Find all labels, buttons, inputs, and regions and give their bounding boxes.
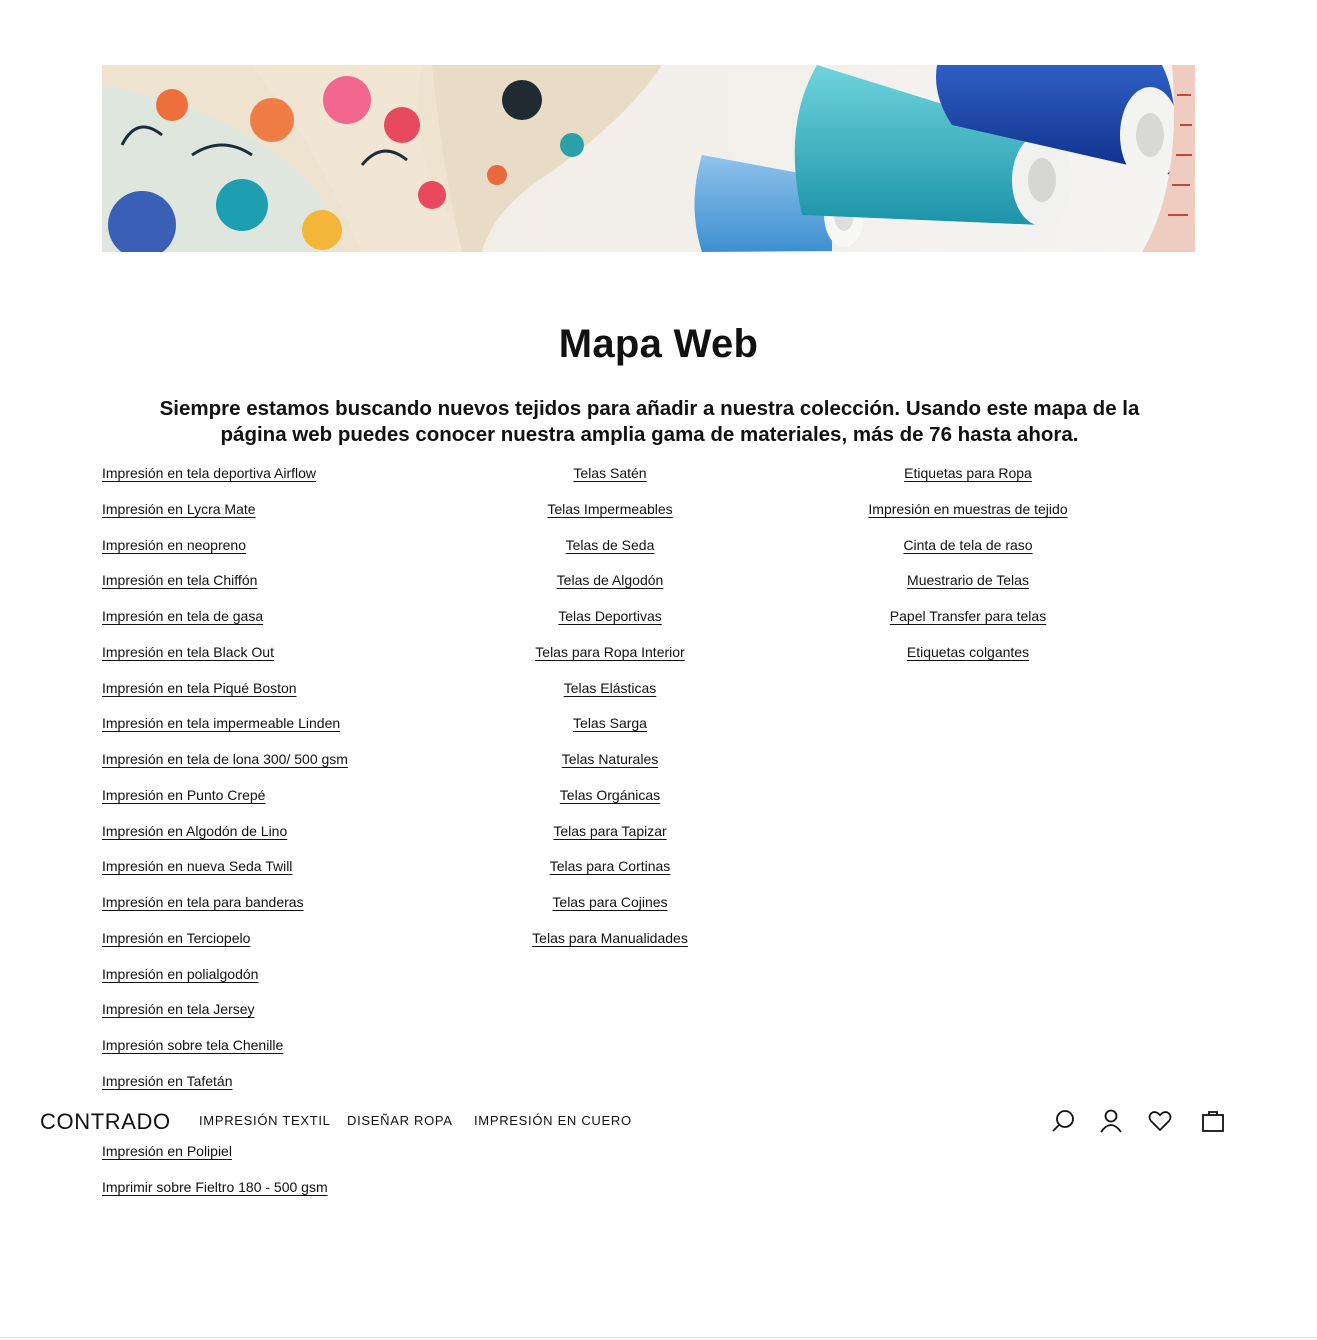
nav-link-disenar-ropa[interactable]: DISEÑAR ROPA (347, 1113, 453, 1128)
wishlist-heart-icon[interactable] (1147, 1108, 1173, 1134)
account-icon[interactable] (1098, 1108, 1124, 1134)
list-item: Impresión en tela Black Out (102, 642, 482, 678)
list-item: Telas Orgánicas (520, 785, 700, 821)
list-item: Telas de Algodón (520, 570, 700, 606)
brand-logo[interactable]: CONTRADO (40, 1109, 171, 1135)
shopping-bag-icon[interactable] (1200, 1108, 1226, 1134)
list-item: Impresión en tela de gasa (102, 606, 482, 642)
sitemap-link[interactable]: Impresión en nueva Seda Twill (102, 858, 292, 874)
sitemap-link[interactable]: Impresión en muestras de tejido (868, 501, 1067, 517)
sitemap-link[interactable]: Impresión en polialgodón (102, 966, 258, 982)
search-icon[interactable] (1050, 1108, 1076, 1134)
list-item: Telas Sarga (520, 713, 700, 749)
sitemap-link[interactable]: Impresión en tela Chiffón (102, 572, 257, 588)
top-navigation-bar: CONTRADO IMPRESIÓN TEXTIL DISEÑAR ROPA I… (0, 1099, 1317, 1143)
sitemap-link[interactable]: Imprimir sobre Fieltro 180 - 500 gsm (102, 1179, 328, 1195)
list-item: Telas Impermeables (520, 499, 700, 535)
sitemap-link[interactable]: Etiquetas para Ropa (904, 465, 1032, 481)
sitemap-link[interactable]: Telas Impermeables (547, 501, 672, 517)
list-item: Impresión en Algodón de Lino (102, 821, 482, 857)
sitemap-link[interactable]: Impresión en tela deportiva Airflow (102, 465, 316, 481)
list-item: Telas para Tapizar (520, 821, 700, 857)
list-item: Etiquetas colgantes (840, 642, 1096, 678)
nav-link-impresion-textil[interactable]: IMPRESIÓN TEXTIL (199, 1113, 331, 1128)
sitemap-link[interactable]: Telas de Seda (566, 537, 655, 553)
printing-links-continued: Impresión en Polipiel Imprimir sobre Fie… (102, 1141, 328, 1213)
sitemap-link[interactable]: Impresión en Terciopelo (102, 930, 250, 946)
sitemap-link[interactable]: Impresión sobre tela Chenille (102, 1037, 283, 1053)
sitemap-link[interactable]: Impresión en tela para banderas (102, 894, 304, 910)
sitemap-link[interactable]: Impresión en tela Jersey (102, 1001, 255, 1017)
sitemap-link[interactable]: Telas Deportivas (558, 608, 662, 624)
list-item: Impresión en tela de lona 300/ 500 gsm (102, 749, 482, 785)
list-item: Impresión en Polipiel (102, 1141, 328, 1177)
list-item: Impresión en Lycra Mate (102, 499, 482, 535)
list-item: Papel Transfer para telas (840, 606, 1096, 642)
sitemap-link[interactable]: Impresión en Polipiel (102, 1143, 232, 1159)
sitemap-link[interactable]: Impresión en tela de gasa (102, 608, 263, 624)
sitemap-link[interactable]: Telas Sarga (573, 715, 647, 731)
list-item: Impresión en polialgodón (102, 964, 482, 1000)
sitemap-link[interactable]: Impresión en Algodón de Lino (102, 823, 287, 839)
list-item: Impresión en neopreno (102, 535, 482, 571)
sitemap-link[interactable]: Telas para Tapizar (553, 823, 666, 839)
sitemap-link[interactable]: Telas para Ropa Interior (535, 644, 684, 660)
sitemap-link[interactable]: Impresión en Tafetán (102, 1073, 233, 1089)
hero-banner-image (102, 65, 1195, 252)
sitemap-link[interactable]: Impresión en tela Piqué Boston (102, 680, 297, 696)
sitemap-link[interactable]: Telas Orgánicas (560, 787, 660, 803)
list-item: Impresión sobre tela Chenille (102, 1035, 482, 1071)
sitemap-link[interactable]: Impresión en neopreno (102, 537, 246, 553)
sitemap-link[interactable]: Etiquetas colgantes (907, 644, 1029, 660)
sitemap-link[interactable]: Impresión en tela de lona 300/ 500 gsm (102, 751, 348, 767)
list-item: Impresión en tela Jersey (102, 999, 482, 1035)
list-item: Telas para Manualidades (520, 928, 700, 964)
sitemap-link[interactable]: Telas Elásticas (564, 680, 657, 696)
list-item: Muestrario de Telas (840, 570, 1096, 606)
sitemap-link[interactable]: Impresión en tela impermeable Linden (102, 715, 340, 731)
sitemap-link[interactable]: Telas Naturales (562, 751, 659, 767)
list-item: Impresión en Punto Crepé (102, 785, 482, 821)
accessories-links-column: Etiquetas para Ropa Impresión en muestra… (840, 463, 1096, 678)
list-item: Impresión en Terciopelo (102, 928, 482, 964)
list-item: Telas Elásticas (520, 678, 700, 714)
sitemap-link[interactable]: Telas para Cortinas (550, 858, 671, 874)
sitemap-link[interactable]: Telas para Cojines (552, 894, 667, 910)
sitemap-link[interactable]: Papel Transfer para telas (890, 608, 1046, 624)
printing-links-column: Impresión en tela deportiva Airflow Impr… (102, 463, 482, 1107)
list-item: Telas Deportivas (520, 606, 700, 642)
fabrics-links-column: Telas Satén Telas Impermeables Telas de … (520, 463, 700, 964)
sitemap-link[interactable]: Telas Satén (573, 465, 646, 481)
list-item: Telas Satén (520, 463, 700, 499)
page-title: Mapa Web (558, 322, 759, 366)
list-item: Etiquetas para Ropa (840, 463, 1096, 499)
sitemap-link[interactable]: Impresión en Punto Crepé (102, 787, 265, 803)
list-item: Telas Naturales (520, 749, 700, 785)
sitemap-link[interactable]: Muestrario de Telas (907, 572, 1029, 588)
intro-text: Siempre estamos buscando nuevos tejidos … (159, 397, 1140, 446)
list-item: Cinta de tela de raso (840, 535, 1096, 571)
page-divider (0, 1337, 1317, 1338)
sitemap-link[interactable]: Impresión en Lycra Mate (102, 501, 256, 517)
list-item: Impresión en tela deportiva Airflow (102, 463, 482, 499)
list-item: Telas de Seda (520, 535, 700, 571)
nav-link-impresion-en-cuero[interactable]: IMPRESIÓN EN CUERO (474, 1113, 632, 1128)
sitemap-link[interactable]: Impresión en tela Black Out (102, 644, 274, 660)
sitemap-link[interactable]: Telas de Algodón (557, 572, 664, 588)
list-item: Impresión en tela impermeable Linden (102, 713, 482, 749)
list-item: Telas para Cortinas (520, 856, 700, 892)
list-item: Telas para Cojines (520, 892, 700, 928)
list-item: Imprimir sobre Fieltro 180 - 500 gsm (102, 1177, 328, 1213)
list-item: Impresión en tela para banderas (102, 892, 482, 928)
list-item: Telas para Ropa Interior (520, 642, 700, 678)
list-item: Impresión en nueva Seda Twill (102, 856, 482, 892)
list-item: Impresión en tela Chiffón (102, 570, 482, 606)
list-item: Impresión en muestras de tejido (840, 499, 1096, 535)
list-item: Impresión en tela Piqué Boston (102, 678, 482, 714)
sitemap-link[interactable]: Cinta de tela de raso (903, 537, 1032, 553)
sitemap-link[interactable]: Telas para Manualidades (532, 930, 688, 946)
